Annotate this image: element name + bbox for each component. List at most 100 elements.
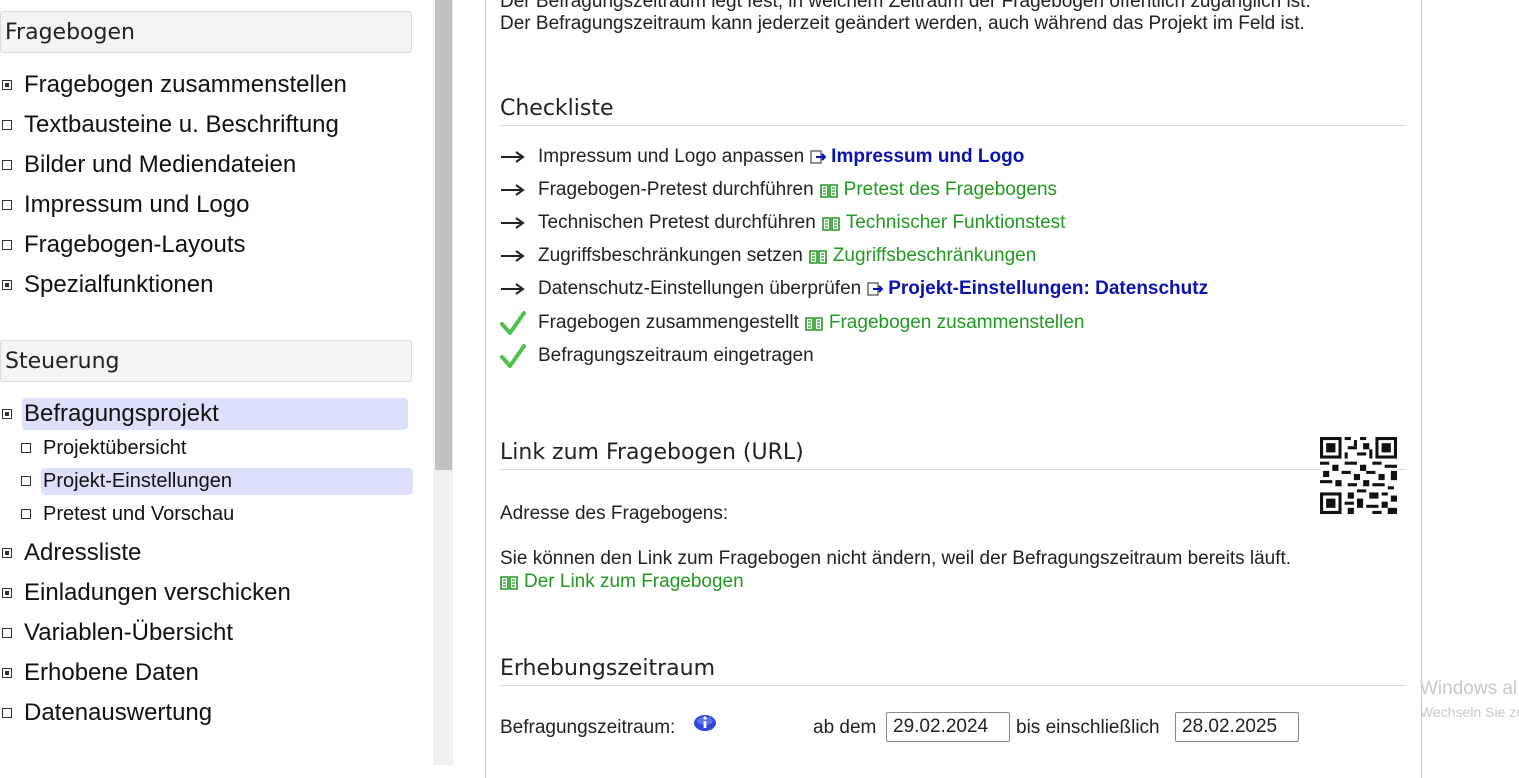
arrow-right-icon — [501, 217, 525, 229]
sidebar-item-label: Erhobene Daten — [24, 659, 199, 686]
checklist-item-text: Fragebogen zusammengestellt — [538, 312, 799, 333]
checklist-heading: Checkliste — [500, 96, 1406, 126]
intro-text-line2: Der Befragungszeitraum kann jederzeit ge… — [500, 13, 1305, 34]
checklist-item-text: Impressum und Logo anpassen — [538, 146, 805, 167]
book-icon — [808, 249, 827, 264]
end-date-input[interactable]: 28.02.2025 — [1175, 712, 1299, 742]
windows-activation-watermark: Windows al — [1420, 678, 1518, 699]
checklist-item: Datenschutz-Einstellungen überprüfen Pro… — [500, 274, 1208, 304]
sidebar-item-label: Impressum und Logo — [24, 191, 250, 218]
sidebar-item-bilder[interactable]: Bilder und Mediendateien — [0, 147, 296, 183]
checklist-item-text: Datenschutz-Einstellungen überprüfen — [538, 278, 862, 299]
sidebar-item-einladungen[interactable]: Einladungen verschicken — [0, 575, 291, 611]
book-icon — [500, 575, 518, 590]
sidebar-item-label: Einladungen verschicken — [24, 579, 291, 606]
book-icon — [805, 316, 823, 331]
checklist-link-label: Fragebogen zusammenstellen — [828, 312, 1085, 333]
checklist-link-label: Projekt-Einstellungen: Datenschutz — [888, 278, 1209, 299]
sidebar-navigation: Fragebogen Fragebogen zusammenstellen Te… — [0, 0, 432, 765]
checklist-link-label: Impressum und Logo — [831, 146, 1025, 167]
sidebar-item-label: Pretest und Vorschau — [43, 502, 235, 525]
bullet-icon — [2, 628, 12, 638]
sidebar-item-label: Bilder und Mediendateien — [24, 151, 297, 178]
sidebar-item-label: Variablen-Übersicht — [24, 619, 233, 646]
period-label: Befragungszeitraum: — [500, 717, 676, 738]
sidebar-item-spezialfunktionen[interactable]: Spezialfunktionen — [0, 267, 213, 303]
expand-icon[interactable] — [2, 280, 12, 290]
checklist-link-label: Zugriffsbeschränkungen — [832, 245, 1037, 266]
expand-icon[interactable] — [2, 668, 12, 678]
intro-text-line1: Der Befragungszeitraum legt fest, in wel… — [500, 0, 1311, 12]
arrow-right-icon — [501, 151, 525, 163]
bullet-icon — [21, 476, 31, 486]
checklist-link-label: Technischer Funktionstest — [845, 212, 1066, 233]
sidebar-item-layouts[interactable]: Fragebogen-Layouts — [0, 227, 245, 263]
arrow-right-icon — [501, 184, 525, 196]
sidebar-item-datenauswertung[interactable]: Datenauswertung — [0, 695, 212, 731]
sidebar-item-label: Textbausteine u. Beschriftung — [24, 111, 339, 138]
sidebar-item-label: Spezialfunktionen — [24, 271, 214, 298]
qr-code-icon[interactable] — [1320, 437, 1397, 514]
expand-icon[interactable] — [2, 588, 12, 598]
sidebar-item-label: Fragebogen zusammenstellen — [24, 71, 347, 98]
sidebar-item-adressliste[interactable]: Adressliste — [0, 535, 141, 571]
section-header-steuerung[interactable]: Steuerung — [0, 340, 412, 382]
start-date-input[interactable]: 29.02.2024 — [886, 712, 1010, 742]
checklist-item-text: Technischen Pretest durchführen — [538, 212, 816, 233]
checklist-item: Fragebogen zusammengestellt Fragebogen z… — [500, 308, 1084, 338]
sidebar-item-fragebogen-zusammenstellen[interactable]: Fragebogen zusammenstellen — [0, 67, 347, 103]
bullet-icon — [2, 200, 12, 210]
sidebar-item-befragungsprojekt[interactable]: Befragungsprojekt — [0, 396, 408, 432]
expand-icon[interactable] — [2, 80, 12, 90]
checklist-link[interactable]: Projekt-Einstellungen: Datenschutz — [867, 278, 1208, 300]
checklist-item: Befragungszeitraum eingetragen — [500, 341, 814, 371]
checklist-item-text: Zugriffsbeschränkungen setzen — [538, 245, 803, 266]
checkmark-icon — [500, 344, 526, 368]
checklist-link[interactable]: Impressum und Logo — [810, 146, 1024, 168]
expand-icon[interactable] — [2, 548, 12, 558]
address-label: Adresse des Fragebogens: — [500, 503, 729, 524]
expand-icon[interactable] — [2, 409, 12, 419]
checklist-item: Zugriffsbeschränkungen setzen Zugriffsbe… — [500, 241, 1036, 271]
sidebar-item-label: Projekt-Einstellungen — [41, 467, 413, 495]
to-label: bis einschließlich — [1016, 717, 1160, 738]
checklist-item-text: Fragebogen-Pretest durchführen — [538, 179, 814, 200]
link-notice-text: Sie können den Link zum Fragebogen nicht… — [500, 548, 1292, 569]
book-icon — [821, 216, 840, 231]
bullet-icon — [2, 708, 12, 718]
link-help-label: Der Link zum Fragebogen — [524, 571, 744, 592]
checklist-link[interactable]: Fragebogen zusammenstellen — [805, 312, 1085, 334]
sidebar-item-impressum[interactable]: Impressum und Logo — [0, 187, 249, 223]
checklist-item: Impressum und Logo anpassen Impressum un… — [500, 142, 1024, 172]
bullet-icon — [21, 509, 31, 519]
sidebar-item-label: Befragungsprojekt — [22, 398, 408, 430]
checklist-item-text: Befragungszeitraum eingetragen — [538, 345, 814, 366]
info-icon[interactable] — [693, 713, 717, 733]
checklist-link[interactable]: Zugriffsbeschränkungen — [808, 245, 1037, 267]
link-help-link[interactable]: Der Link zum Fragebogen — [500, 571, 744, 593]
scrollbar-thumb[interactable] — [435, 0, 452, 470]
bullet-icon — [21, 443, 31, 453]
sidebar-subitem-pretest[interactable]: Pretest und Vorschau — [0, 499, 234, 529]
sidebar-item-label: Fragebogen-Layouts — [24, 231, 246, 258]
sidebar-subitem-projektuebersicht[interactable]: Projektübersicht — [0, 433, 186, 463]
external-link-icon — [810, 150, 827, 164]
checklist-link-label: Pretest des Fragebogens — [843, 179, 1058, 200]
from-label: ab dem — [813, 717, 877, 738]
link-section-heading: Link zum Fragebogen (URL) — [500, 440, 1406, 470]
checklist-link[interactable]: Pretest des Fragebogens — [819, 179, 1058, 201]
sidebar-item-label: Datenauswertung — [24, 699, 213, 726]
checklist-item: Technischen Pretest durchführen Technisc… — [500, 208, 1065, 238]
section-header-fragebogen[interactable]: Fragebogen — [0, 11, 412, 53]
book-icon — [819, 183, 838, 198]
arrow-right-icon — [501, 250, 525, 262]
sidebar-item-textbausteine[interactable]: Textbausteine u. Beschriftung — [0, 107, 339, 143]
sidebar-subitem-projekt-einstellungen[interactable]: Projekt-Einstellungen — [0, 466, 413, 496]
sidebar-item-variablen[interactable]: Variablen-Übersicht — [0, 615, 233, 651]
windows-activation-hint: Wechseln Sie zu — [1420, 704, 1519, 720]
checkmark-icon — [500, 311, 526, 335]
erhebung-heading: Erhebungszeitraum — [500, 656, 1406, 686]
external-link-icon — [867, 282, 884, 296]
sidebar-item-erhobene-daten[interactable]: Erhobene Daten — [0, 655, 199, 691]
checklist-link[interactable]: Technischer Funktionstest — [821, 212, 1066, 234]
